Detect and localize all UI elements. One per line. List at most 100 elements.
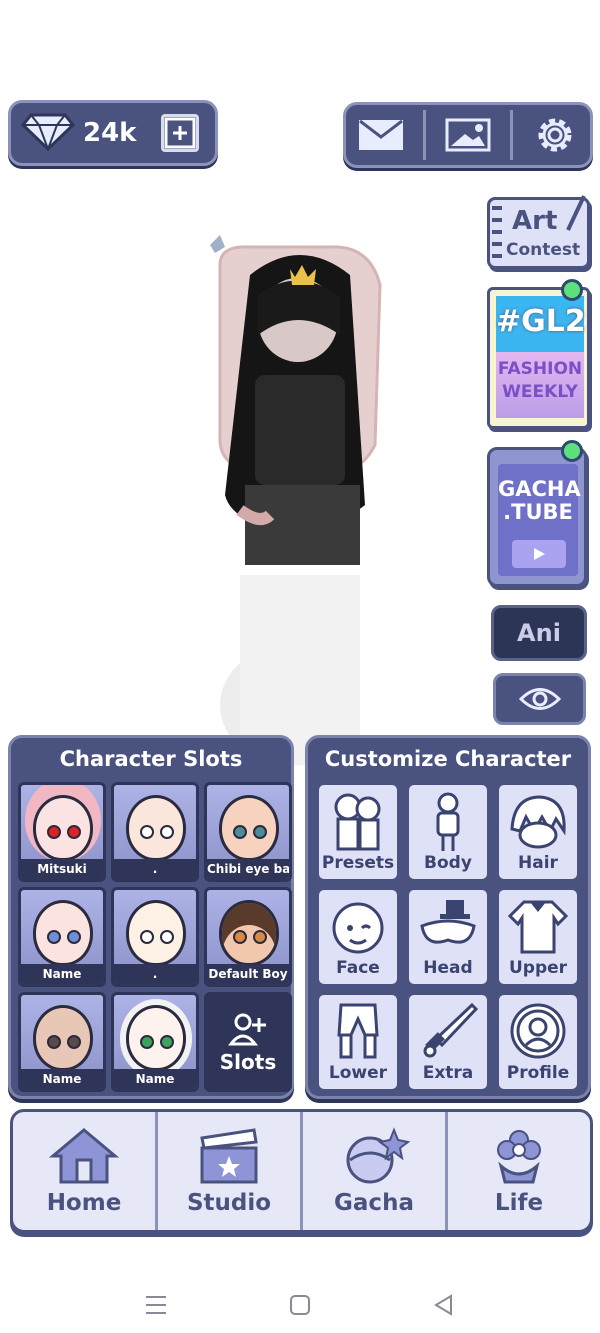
avatar-eye bbox=[140, 930, 154, 944]
head-accessory-icon bbox=[420, 900, 476, 944]
gacha-tube-button[interactable]: GACHA .TUBE bbox=[487, 447, 587, 587]
clapperboard-icon bbox=[200, 1128, 258, 1184]
flower-icon bbox=[497, 1130, 541, 1184]
nav-life[interactable]: Life bbox=[445, 1112, 590, 1230]
avatar-eye bbox=[47, 825, 61, 839]
gacha-orb-icon bbox=[346, 1127, 410, 1184]
avatar-eye bbox=[160, 1035, 174, 1049]
bottom-nav: Home Studio Gacha Life bbox=[10, 1109, 593, 1233]
character-preview[interactable] bbox=[180, 225, 430, 785]
nav-life-label: Life bbox=[494, 1190, 544, 1216]
hair-button[interactable]: Hair bbox=[496, 782, 580, 882]
customize-grid: Presets Body Hair Face Head Upper Lower … bbox=[316, 782, 580, 1092]
avatar-eye bbox=[67, 825, 81, 839]
upper-button[interactable]: Upper bbox=[496, 887, 580, 987]
mail-button[interactable] bbox=[354, 111, 408, 159]
presets-icon bbox=[334, 793, 381, 851]
eye-icon bbox=[518, 688, 561, 710]
face-label: Face bbox=[336, 958, 380, 978]
gallery-button[interactable] bbox=[441, 111, 495, 159]
gacha-tube-label: GACHA .TUBE bbox=[498, 478, 581, 524]
slot-name: Name bbox=[21, 964, 103, 984]
add-user-icon bbox=[228, 1013, 266, 1046]
top-right-bar bbox=[343, 102, 593, 168]
hair-label: Hair bbox=[518, 853, 558, 873]
avatar-eye bbox=[140, 1035, 154, 1049]
toggle-visibility-button[interactable] bbox=[493, 673, 586, 725]
play-icon bbox=[512, 540, 566, 568]
settings-button[interactable] bbox=[528, 111, 582, 159]
character-slot[interactable]: Mitsuki bbox=[18, 782, 106, 882]
character-slot[interactable]: Name bbox=[18, 887, 106, 987]
character-slots-title: Character Slots bbox=[59, 747, 243, 771]
game-screen: 24k Art Contest #GL2 FASHION WEEKLY GACH… bbox=[0, 0, 600, 1333]
avatar-eye bbox=[47, 930, 61, 944]
slot-name: Default Boy bbox=[207, 964, 289, 984]
art-contest-button[interactable]: Art Contest bbox=[487, 195, 590, 269]
head-button[interactable]: Head bbox=[406, 887, 490, 987]
body-button[interactable]: Body bbox=[406, 782, 490, 882]
nav-studio[interactable]: Studio bbox=[155, 1112, 300, 1230]
nav-home-label: Home bbox=[46, 1190, 122, 1216]
extra-button[interactable]: Extra bbox=[406, 992, 490, 1092]
character-slot[interactable]: Name bbox=[111, 992, 199, 1092]
avatar-eye bbox=[253, 930, 267, 944]
profile-button[interactable]: Profile bbox=[496, 992, 580, 1092]
face-button[interactable]: Face bbox=[316, 887, 400, 987]
character-slot[interactable]: Chibi eye base bbox=[204, 782, 292, 882]
hair-icon bbox=[510, 795, 566, 849]
add-slots-button[interactable]: Slots bbox=[204, 992, 292, 1092]
avatar-eye bbox=[140, 825, 154, 839]
avatar-eye bbox=[67, 930, 81, 944]
avatar-eye bbox=[47, 1035, 61, 1049]
slots-grid: Mitsuki . Chibi eye base Name bbox=[18, 782, 292, 1092]
avatar bbox=[33, 1005, 93, 1071]
avatar bbox=[219, 795, 279, 861]
presets-label: Presets bbox=[321, 853, 395, 873]
character-slot[interactable]: Default Boy bbox=[204, 887, 292, 987]
house-icon bbox=[49, 1128, 119, 1184]
character-slot[interactable]: . bbox=[111, 782, 199, 882]
currency-amount: 24k bbox=[83, 118, 137, 148]
nav-home[interactable]: Home bbox=[13, 1112, 155, 1230]
pants-icon bbox=[337, 1003, 379, 1059]
art-contest-title: Art bbox=[512, 206, 558, 236]
customize-character-title: Customize Character bbox=[324, 747, 572, 771]
notification-dot bbox=[561, 440, 583, 462]
gl2-fashion-weekly-button[interactable]: #GL2 FASHION WEEKLY bbox=[487, 287, 590, 429]
avatar-eye bbox=[67, 1035, 81, 1049]
avatar bbox=[126, 900, 186, 966]
pencil-icon bbox=[566, 195, 586, 231]
presets-button[interactable]: Presets bbox=[316, 782, 400, 882]
image-icon bbox=[445, 118, 491, 152]
character-slots-panel: Character Slots Mitsuki . Chibi eye base bbox=[8, 735, 294, 1099]
fashion-text: FASHION bbox=[497, 359, 583, 379]
lower-label: Lower bbox=[328, 1063, 388, 1083]
upper-label: Upper bbox=[508, 958, 568, 978]
notebook-spiral bbox=[492, 206, 502, 260]
notification-dot bbox=[561, 279, 583, 301]
slot-name: . bbox=[114, 859, 196, 879]
character-slot[interactable]: . bbox=[111, 887, 199, 987]
mail-icon bbox=[358, 119, 403, 150]
nav-gacha[interactable]: Gacha bbox=[300, 1112, 445, 1230]
body-label: Body bbox=[424, 853, 472, 873]
back-button[interactable] bbox=[424, 1290, 464, 1320]
ani-button[interactable]: Ani bbox=[491, 605, 587, 661]
lower-button[interactable]: Lower bbox=[316, 992, 400, 1092]
home-system-button[interactable] bbox=[280, 1290, 320, 1320]
art-contest-subtitle: Contest bbox=[506, 240, 581, 260]
slot-name: . bbox=[114, 964, 196, 984]
fashion-weekly-label: FASHION WEEKLY bbox=[496, 358, 584, 404]
profile-label: Profile bbox=[506, 1063, 570, 1083]
character-slot[interactable]: Name bbox=[18, 992, 106, 1092]
back-triangle-icon bbox=[434, 1294, 452, 1316]
diamond-icon bbox=[20, 111, 76, 155]
extra-label: Extra bbox=[422, 1063, 474, 1083]
nav-gacha-label: Gacha bbox=[334, 1190, 414, 1216]
recent-apps-button[interactable] bbox=[136, 1290, 176, 1320]
avatar bbox=[219, 900, 279, 966]
add-slots-label: Slots bbox=[219, 1050, 277, 1074]
add-currency-button[interactable] bbox=[161, 114, 199, 152]
customize-character-panel: Customize Character Presets Body Hair Fa… bbox=[305, 735, 591, 1099]
